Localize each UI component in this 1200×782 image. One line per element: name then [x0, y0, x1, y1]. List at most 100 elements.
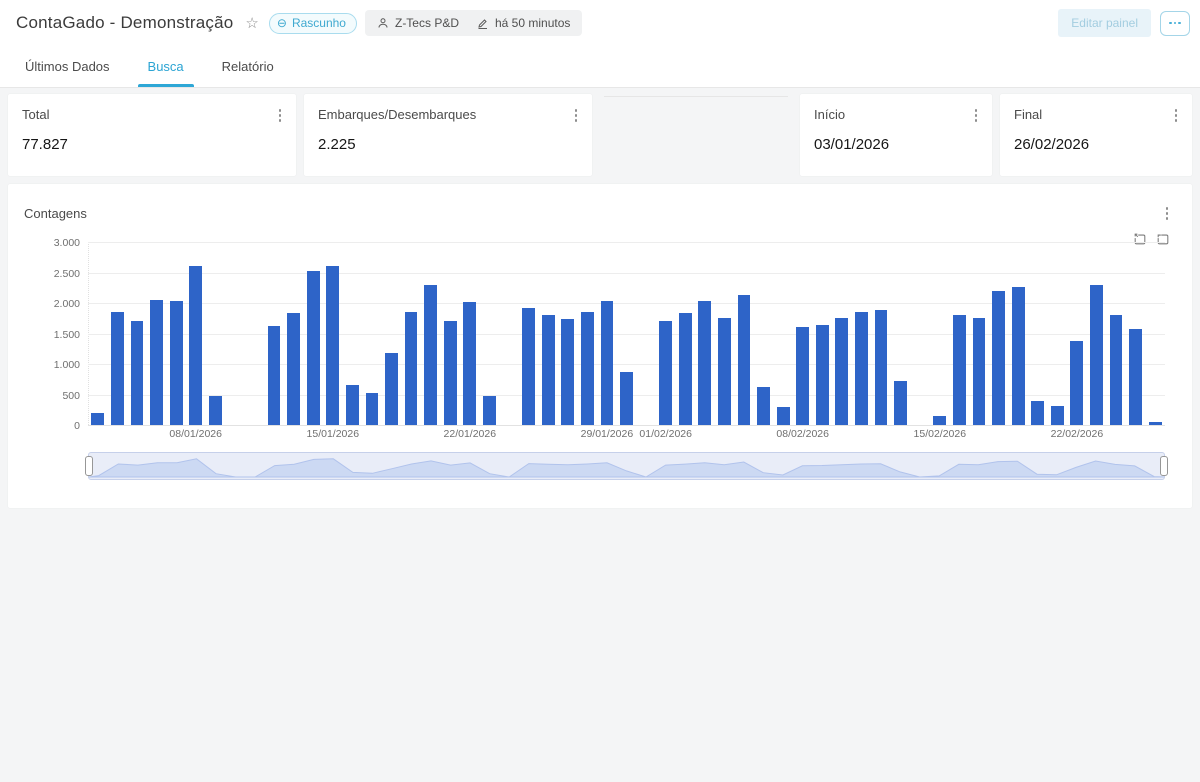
- bar: [1110, 315, 1123, 425]
- tab-ultimos-dados[interactable]: Últimos Dados: [15, 46, 120, 87]
- person-icon: [377, 17, 389, 29]
- y-tick-label: 500: [20, 390, 80, 402]
- card-value: 26/02/2026: [1014, 136, 1178, 153]
- card-value: 03/01/2026: [814, 136, 978, 153]
- bar: [483, 396, 496, 425]
- owner-chip[interactable]: Z-Tecs P&D: [377, 16, 459, 30]
- last-edited-chip[interactable]: há 50 minutos: [477, 16, 570, 30]
- chart-plot: [88, 242, 1165, 425]
- panel-contagens: Contagens 05001.0001.5002.0002.5003.000 …: [8, 184, 1192, 508]
- bar: [1070, 341, 1083, 425]
- dashboard-content: Total 77.827 Embarques/Desembarques 2.22…: [0, 88, 1200, 508]
- card-embarques-desembarques: Embarques/Desembarques 2.225: [304, 94, 592, 176]
- kebab-menu-icon[interactable]: [1173, 107, 1180, 124]
- bar: [953, 315, 966, 425]
- kebab-menu-icon[interactable]: [1164, 205, 1171, 222]
- bar: [757, 387, 770, 425]
- y-tick-label: 3.000: [20, 237, 80, 249]
- x-tick-label: 15/01/2026: [288, 428, 378, 440]
- x-tick-label: 01/02/2026: [621, 428, 711, 440]
- bar: [542, 315, 555, 425]
- stat-cards-row: Total 77.827 Embarques/Desembarques 2.22…: [8, 94, 1192, 176]
- y-tick-label: 2.000: [20, 298, 80, 310]
- x-tick-label: 22/02/2026: [1032, 428, 1122, 440]
- card-total: Total 77.827: [8, 94, 296, 176]
- bar: [698, 301, 711, 425]
- bar: [973, 318, 986, 425]
- bar: [581, 312, 594, 425]
- kebab-menu-icon[interactable]: [973, 107, 980, 124]
- bar: [601, 301, 614, 425]
- more-options-button[interactable]: [1160, 11, 1190, 36]
- bar: [679, 313, 692, 425]
- bar: [424, 285, 437, 425]
- gridline: [88, 425, 1165, 426]
- ellipsis-icon: [1169, 22, 1172, 25]
- bar: [131, 321, 144, 425]
- datazoom-slider[interactable]: [88, 452, 1165, 480]
- draft-badge[interactable]: ⊖ Rascunho: [269, 13, 357, 34]
- bar: [463, 302, 476, 425]
- bar: [738, 295, 751, 426]
- x-tick-label: 08/01/2026: [151, 428, 241, 440]
- bar: [170, 301, 183, 425]
- edit-panel-button[interactable]: Editar painel: [1058, 9, 1151, 37]
- bar: [287, 313, 300, 425]
- y-tick-label: 2.500: [20, 268, 80, 280]
- slider-handle-right[interactable]: [1160, 456, 1168, 476]
- bar: [1031, 401, 1044, 425]
- bar: [268, 326, 281, 425]
- bar: [1012, 287, 1025, 425]
- bar: [875, 310, 888, 425]
- bar: [189, 266, 202, 425]
- tab-relatorio[interactable]: Relatório: [212, 46, 284, 87]
- page-title: ContaGado - Demonstração: [16, 13, 233, 33]
- bar: [91, 413, 104, 425]
- tab-bar: Últimos Dados Busca Relatório: [0, 46, 1200, 88]
- bar: [659, 321, 672, 425]
- bar: [620, 372, 633, 425]
- y-tick-label: 1.500: [20, 329, 80, 341]
- bar: [855, 312, 868, 425]
- bar: [326, 266, 339, 425]
- bar: [835, 318, 848, 425]
- bar: [444, 321, 457, 425]
- bar: [385, 353, 398, 425]
- card-final: Final 26/02/2026: [1000, 94, 1192, 176]
- bar: [366, 393, 379, 425]
- bar: [816, 325, 829, 425]
- bar: [1129, 329, 1142, 425]
- y-tick-label: 1.000: [20, 359, 80, 371]
- card-title: Início: [814, 107, 978, 122]
- pencil-icon: [477, 17, 489, 29]
- bar: [1051, 406, 1064, 425]
- bar: [561, 319, 574, 425]
- top-bar-actions: Editar painel: [1058, 9, 1190, 37]
- star-icon[interactable]: ☆: [245, 16, 258, 31]
- bar: [150, 300, 163, 425]
- gridline: [88, 242, 1165, 243]
- kebab-menu-icon[interactable]: [277, 107, 284, 124]
- kebab-menu-icon[interactable]: [573, 107, 580, 124]
- bar: [209, 396, 222, 425]
- bar: [1090, 285, 1103, 425]
- bar: [1149, 422, 1162, 425]
- y-tick-label: 0: [20, 420, 80, 432]
- slider-handle-left[interactable]: [85, 456, 93, 476]
- card-title: Embarques/Desembarques: [318, 107, 578, 122]
- draft-badge-label: Rascunho: [292, 16, 346, 30]
- x-tick-label: 08/02/2026: [758, 428, 848, 440]
- meta-chip-group: Z-Tecs P&D há 50 minutos: [365, 10, 582, 36]
- bar: [777, 407, 790, 425]
- last-edited-label: há 50 minutos: [495, 16, 570, 30]
- gridline: [88, 273, 1165, 274]
- bar: [111, 312, 124, 425]
- draft-icon: ⊖: [277, 17, 287, 29]
- bar: [346, 385, 359, 425]
- owner-label: Z-Tecs P&D: [395, 16, 459, 30]
- tab-busca[interactable]: Busca: [138, 46, 194, 87]
- bar: [307, 271, 320, 425]
- card-title: Final: [1014, 107, 1178, 122]
- x-tick-label: 22/01/2026: [425, 428, 515, 440]
- card-title: Total: [22, 107, 282, 122]
